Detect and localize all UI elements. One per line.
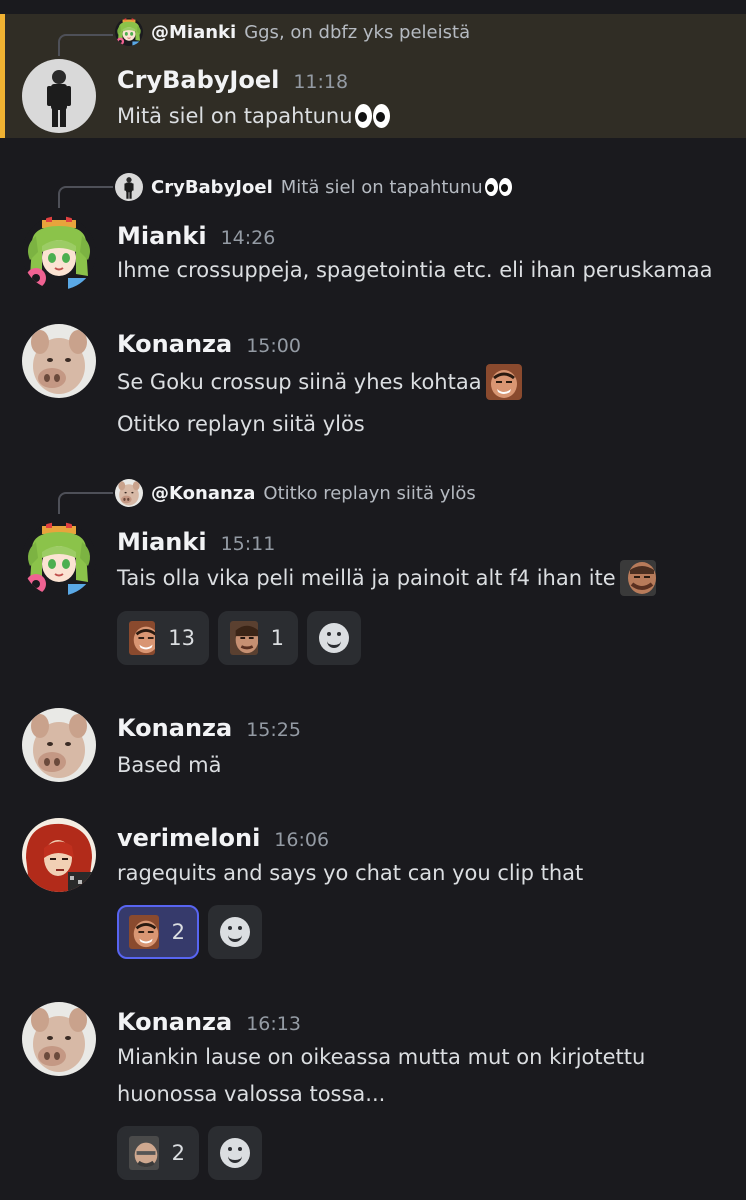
stare-face-emoji xyxy=(230,621,258,655)
username[interactable]: Mianki xyxy=(117,222,207,250)
grimace-face-emoji xyxy=(129,1136,159,1170)
username[interactable]: CryBabyJoel xyxy=(117,66,279,94)
reaction-count: 2 xyxy=(171,1141,185,1165)
laughing-face-emoji xyxy=(129,915,159,949)
timestamp: 16:13 xyxy=(246,1013,301,1035)
reply-author[interactable]: @Mianki xyxy=(151,22,236,43)
reaction-laughing-face[interactable]: 13 xyxy=(117,611,209,665)
reply-text: Mitä siel on tapahtunu xyxy=(280,176,483,198)
avatar[interactable] xyxy=(22,818,96,892)
message-text: Otitko replayn siitä ylös xyxy=(117,412,365,436)
timestamp: 14:26 xyxy=(220,227,276,249)
message-crybabyjoel-1118[interactable]: @Mianki Ggs, on dbfz yks peleistä CryBab… xyxy=(0,14,746,138)
message-konanza-1500[interactable]: Konanza 15:00 Se Goku crossup siinä yhes… xyxy=(0,322,746,452)
reply-author[interactable]: CryBabyJoel xyxy=(151,177,273,198)
avatar[interactable] xyxy=(22,216,96,290)
add-reaction-button[interactable] xyxy=(208,905,262,959)
message-text: Miankin lause on oikeassa mutta mut on k… xyxy=(117,1045,646,1069)
timestamp: 15:00 xyxy=(246,335,301,357)
reactions-bar: 2 xyxy=(117,905,262,959)
username[interactable]: verimeloni xyxy=(117,824,260,852)
reply-text: Ggs, on dbfz yks peleistä xyxy=(244,21,471,43)
reply-avatar xyxy=(115,479,143,507)
reaction-count: 2 xyxy=(171,920,185,944)
timestamp: 16:06 xyxy=(274,829,330,851)
laughing-face-emoji xyxy=(129,621,155,655)
reaction-grimace-face[interactable]: 2 xyxy=(117,1126,199,1180)
reply-reference[interactable]: @Konanza Otitko replayn siitä ylös xyxy=(115,478,476,508)
reactions-bar: 13 1 xyxy=(117,611,361,665)
smile-plus-icon xyxy=(220,917,250,947)
reaction-count: 1 xyxy=(270,626,284,650)
message-text: Se Goku crossup siinä yhes kohtaa xyxy=(117,370,482,394)
timestamp: 15:25 xyxy=(246,719,301,741)
message-konanza-1613[interactable]: Konanza 16:13 Miankin lause on oikeassa … xyxy=(0,1000,746,1190)
message-verimeloni-1606[interactable]: verimeloni 16:06 ragequits and says yo c… xyxy=(0,816,746,966)
reaction-count: 13 xyxy=(168,626,195,650)
reply-reference[interactable]: @Mianki Ggs, on dbfz yks peleistä xyxy=(115,17,470,47)
reaction-stare-face[interactable]: 1 xyxy=(218,611,298,665)
message-text: Mitä siel on tapahtunu xyxy=(117,104,353,128)
username[interactable]: Konanza xyxy=(117,330,232,358)
message-text: huonossa valossa tossa... xyxy=(117,1082,386,1106)
username[interactable]: Konanza xyxy=(117,1008,232,1036)
message-text: Ihme crossuppeja, spagetointia etc. eli … xyxy=(117,258,713,282)
avatar[interactable] xyxy=(22,59,96,133)
reaction-laughing-face[interactable]: 2 xyxy=(117,905,199,959)
eyes-emoji xyxy=(484,178,513,196)
reactions-bar: 2 xyxy=(117,1126,262,1180)
username[interactable]: Mianki xyxy=(117,528,207,556)
reply-avatar xyxy=(115,173,143,201)
avatar[interactable] xyxy=(22,324,96,398)
smug-face-emoji xyxy=(620,560,656,596)
smile-plus-icon xyxy=(220,1138,250,1168)
message-mianki-1426[interactable]: CryBabyJoel Mitä siel on tapahtunu Miank… xyxy=(0,170,746,300)
reply-text: Otitko replayn siitä ylös xyxy=(263,482,476,504)
smile-plus-icon xyxy=(319,623,349,653)
timestamp: 11:18 xyxy=(293,71,349,93)
add-reaction-button[interactable] xyxy=(208,1126,262,1180)
message-text: Tais olla vika peli meillä ja painoit al… xyxy=(117,566,616,590)
message-konanza-1525[interactable]: Konanza 15:25 Based mä xyxy=(0,708,746,792)
message-text: ragequits and says yo chat can you clip … xyxy=(117,861,584,885)
reply-avatar xyxy=(115,18,143,46)
reply-reference[interactable]: CryBabyJoel Mitä siel on tapahtunu xyxy=(115,172,513,202)
avatar[interactable] xyxy=(22,522,96,596)
add-reaction-button[interactable] xyxy=(307,611,361,665)
laughing-face-emoji xyxy=(486,364,522,400)
avatar[interactable] xyxy=(22,1002,96,1076)
eyes-emoji xyxy=(354,104,391,128)
timestamp: 15:11 xyxy=(220,533,276,555)
message-text: Based mä xyxy=(117,753,222,777)
username[interactable]: Konanza xyxy=(117,714,232,742)
message-mianki-1511[interactable]: @Konanza Otitko replayn siitä ylös Miank… xyxy=(0,476,746,676)
reply-author[interactable]: @Konanza xyxy=(151,483,255,504)
avatar[interactable] xyxy=(22,708,96,782)
